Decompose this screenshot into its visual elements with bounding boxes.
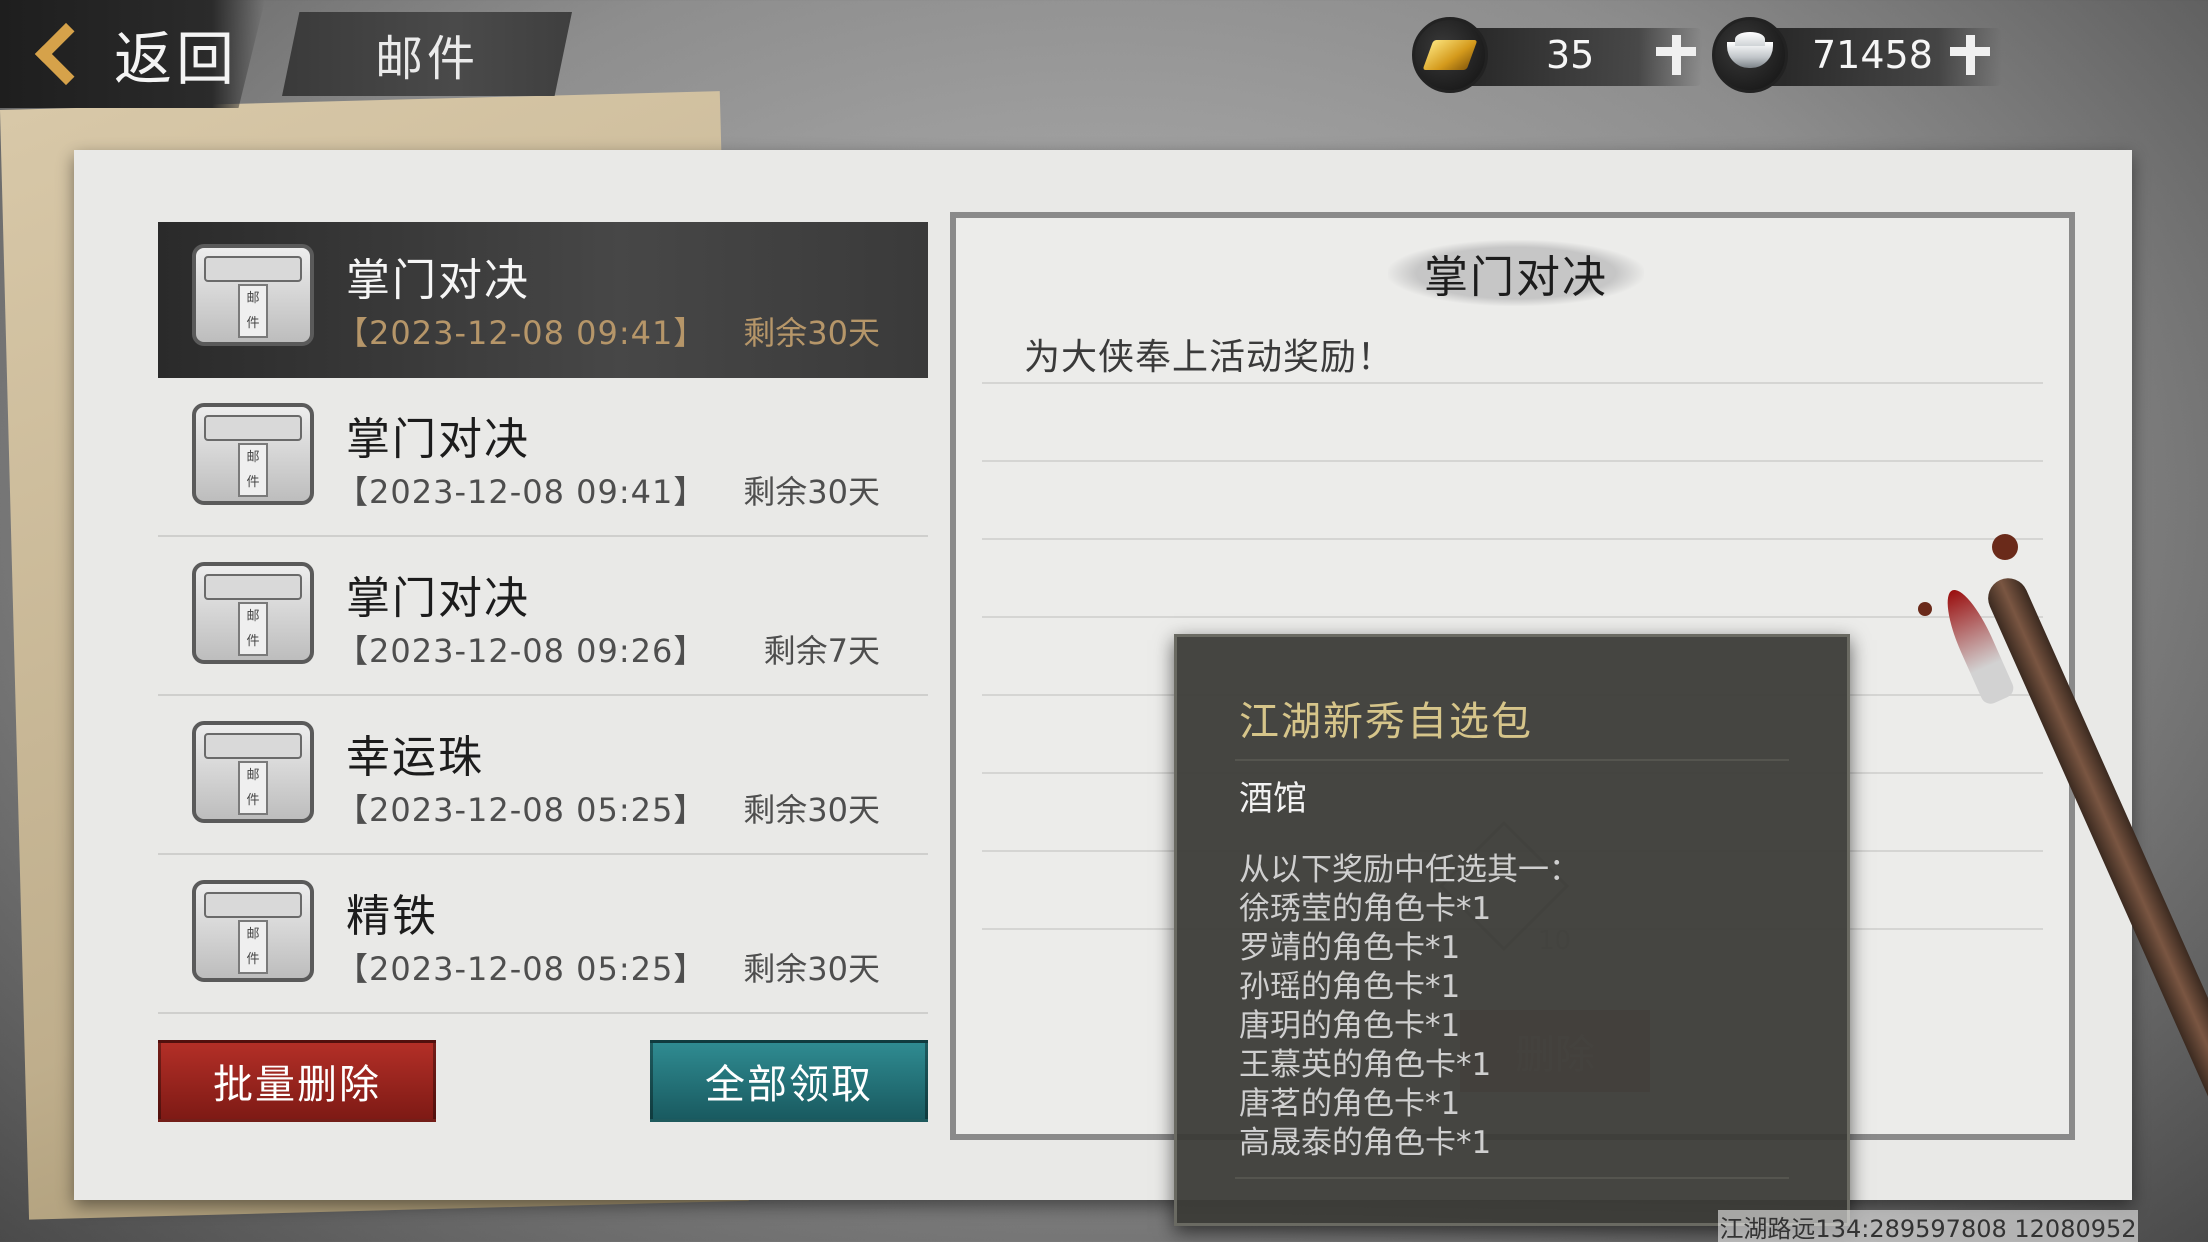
add-silver-icon[interactable]	[1950, 35, 1990, 75]
mail-envelope-icon: 邮件	[192, 562, 314, 664]
mail-title: 掌门对决	[346, 573, 530, 624]
mail-item[interactable]: 邮件 精铁 【2023-12-08 05:25】 剩余30天	[158, 858, 928, 1014]
silver-value: 71458	[1812, 33, 1933, 77]
divider	[982, 616, 2043, 618]
back-label: 返回	[114, 25, 239, 93]
divider	[982, 460, 2043, 462]
claim-all-button[interactable]: 全部领取	[650, 1040, 928, 1122]
tooltip-title: 江湖新秀自选包	[1239, 699, 1533, 745]
mail-remaining: 剩余30天	[743, 950, 880, 988]
detail-title: 掌门对决	[1388, 240, 1644, 306]
mail-date: 【2023-12-08 09:26】	[336, 632, 707, 670]
mail-envelope-icon: 邮件	[192, 721, 314, 823]
mail-item[interactable]: 邮件 掌门对决 【2023-12-08 09:26】 剩余7天	[158, 540, 928, 696]
server-id-label: 江湖路远134:289597808 12080952	[1718, 1210, 2138, 1242]
batch-delete-button[interactable]: 批量删除	[158, 1040, 436, 1122]
mail-date: 【2023-12-08 09:41】	[336, 314, 707, 352]
mail-title: 幸运珠	[346, 732, 484, 783]
tooltip-description: 从以下奖励中任选其一： 徐琇莹的角色卡*1 罗靖的角色卡*1 孙瑶的角色卡*1 …	[1239, 852, 1580, 1161]
mail-item[interactable]: 邮件 掌门对决 【2023-12-08 09:41】 剩余30天	[158, 222, 928, 378]
mail-item[interactable]: 邮件 幸运珠 【2023-12-08 05:25】 剩余30天	[158, 699, 928, 855]
tooltip-divider	[1235, 1177, 1789, 1179]
mail-envelope-icon: 邮件	[192, 244, 314, 346]
mail-date: 【2023-12-08 05:25】	[336, 950, 707, 988]
chevron-left-icon	[34, 22, 98, 86]
gold-value: 35	[1546, 33, 1595, 77]
mail-item[interactable]: 邮件 掌门对决 【2023-12-08 09:41】 剩余30天	[158, 381, 928, 537]
mail-title: 精铁	[346, 891, 438, 942]
divider	[982, 382, 2043, 384]
add-gold-icon[interactable]	[1656, 35, 1696, 75]
mail-remaining: 剩余7天	[763, 632, 880, 670]
gold-currency: 35	[1412, 17, 1702, 93]
silver-currency: 71458	[1712, 17, 2002, 93]
mail-date: 【2023-12-08 09:41】	[336, 473, 707, 511]
ink-dot	[1992, 534, 2018, 560]
mail-remaining: 剩余30天	[743, 473, 880, 511]
tooltip-subtitle: 酒馆	[1239, 779, 1307, 819]
mail-title: 掌门对决	[346, 255, 530, 306]
mail-remaining: 剩余30天	[743, 791, 880, 829]
gold-ingot-icon	[1412, 17, 1488, 93]
mail-date: 【2023-12-08 05:25】	[336, 791, 707, 829]
mail-envelope-icon: 邮件	[192, 403, 314, 505]
reward-tooltip: 江湖新秀自选包 酒馆 从以下奖励中任选其一： 徐琇莹的角色卡*1 罗靖的角色卡*…	[1174, 634, 1850, 1226]
page-title: 邮件	[282, 12, 572, 96]
mail-remaining: 剩余30天	[743, 314, 880, 352]
detail-body: 为大侠奉上活动奖励！	[1024, 337, 1395, 378]
mail-envelope-icon: 邮件	[192, 880, 314, 982]
back-button[interactable]: 返回	[0, 0, 265, 108]
ink-dot	[1918, 602, 1932, 616]
divider	[982, 538, 2043, 540]
silver-ingot-icon	[1712, 17, 1788, 93]
mail-list: 邮件 掌门对决 【2023-12-08 09:41】 剩余30天 邮件 掌门对决…	[158, 222, 928, 1022]
tooltip-divider	[1235, 759, 1789, 761]
mail-title: 掌门对决	[346, 414, 530, 465]
